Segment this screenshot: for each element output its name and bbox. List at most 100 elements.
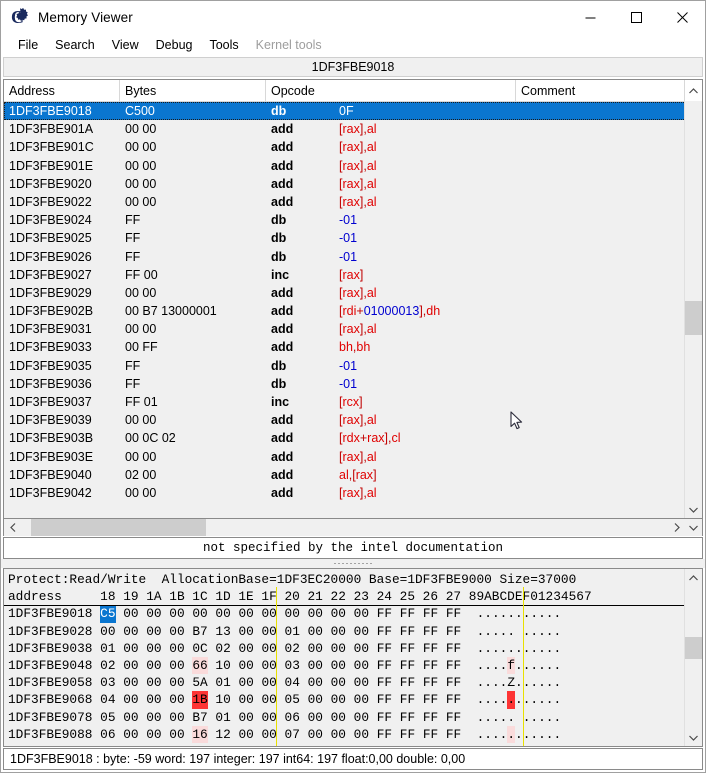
- disassembler-rows[interactable]: 1DF3FBE9018C500db0F1DF3FBE901A00 00add[r…: [4, 102, 702, 518]
- hexdump-ascii-char[interactable]: .: [546, 623, 554, 640]
- hexdump-byte[interactable]: FF: [400, 657, 415, 674]
- hexdump-byte[interactable]: 00: [238, 657, 253, 674]
- hexdump-byte[interactable]: FF: [377, 657, 392, 674]
- hexdump-byte[interactable]: 00: [308, 674, 323, 691]
- hexdump-byte[interactable]: 04: [100, 691, 115, 708]
- hexdump-byte[interactable]: 16: [192, 726, 207, 743]
- hexdump-byte[interactable]: 66: [192, 657, 207, 674]
- hexdump-ascii-char[interactable]: .: [500, 709, 508, 726]
- hexdump-ascii-char[interactable]: .: [492, 691, 500, 708]
- hexdump-vertical-scrollbar[interactable]: [684, 569, 702, 746]
- hexdump-ascii-char[interactable]: .: [477, 691, 485, 708]
- hexdump-byte[interactable]: 00: [261, 605, 276, 622]
- hexdump-byte[interactable]: FF: [446, 623, 461, 640]
- hexdump-byte[interactable]: 00: [238, 726, 253, 743]
- hexdump-ascii-char[interactable]: .: [538, 657, 546, 674]
- hexdump-byte[interactable]: 01: [100, 640, 115, 657]
- disassembler-row[interactable]: 1DF3FBE904200 00add[rax],al: [4, 484, 702, 502]
- hexdump-byte[interactable]: FF: [377, 691, 392, 708]
- hexdump-byte[interactable]: 00: [331, 726, 346, 743]
- hexdump-byte[interactable]: 00: [169, 605, 184, 622]
- hexdump-byte[interactable]: 03: [100, 674, 115, 691]
- disassembler-row[interactable]: 1DF3FBE902900 00add[rax],al: [4, 284, 702, 302]
- hexdump-ascii-char[interactable]: .: [515, 726, 523, 743]
- hex-scrollbar-thumb[interactable]: [685, 637, 702, 659]
- scroll-down-arrow-icon[interactable]: [685, 501, 702, 518]
- hexdump-ascii-char[interactable]: .: [530, 605, 538, 622]
- hexdump-byte[interactable]: FF: [400, 691, 415, 708]
- hexdump-byte[interactable]: FF: [423, 726, 438, 743]
- hexdump-ascii-char[interactable]: .: [546, 674, 554, 691]
- hexdump-ascii-char[interactable]: [515, 709, 523, 726]
- hexdump-ascii-char[interactable]: .: [515, 605, 523, 622]
- hexdump-ascii-char[interactable]: .: [538, 709, 546, 726]
- hexdump-ascii-char[interactable]: .: [553, 674, 561, 691]
- hexdump-byte[interactable]: FF: [377, 605, 392, 622]
- hexdump-byte[interactable]: 06: [285, 709, 300, 726]
- hexdump-row[interactable]: 1DF3FBE9048 02 00 00 00 66 10 00 00 03 0…: [8, 657, 702, 674]
- hexdump-byte[interactable]: 00: [331, 691, 346, 708]
- hexdump-byte[interactable]: FF: [446, 743, 461, 747]
- hexdump-byte[interactable]: FF: [423, 709, 438, 726]
- hexdump-ascii-char[interactable]: .: [553, 743, 561, 747]
- hexdump-ascii-char[interactable]: .: [507, 640, 515, 657]
- hexdump-row[interactable]: 1DF3FBE9068 04 00 00 00 1B 10 00 00 05 0…: [8, 691, 702, 708]
- disassembler-row[interactable]: 1DF3FBE9037FF 01inc[rcx]: [4, 393, 702, 411]
- hexdump-ascii-char[interactable]: .: [477, 709, 485, 726]
- menu-item-view[interactable]: View: [104, 36, 147, 54]
- hexdump-byte[interactable]: 00: [123, 657, 138, 674]
- disassembler-row[interactable]: 1DF3FBE9024FFdb-01: [4, 211, 702, 229]
- horizontal-scroll-track[interactable]: [21, 519, 668, 536]
- scrollbar-thumb[interactable]: [685, 301, 702, 335]
- hexdump-byte[interactable]: 02: [100, 657, 115, 674]
- hexdump-byte[interactable]: FF: [423, 623, 438, 640]
- hexdump-byte[interactable]: 00: [331, 623, 346, 640]
- hexdump-byte[interactable]: 00: [261, 623, 276, 640]
- hexdump-ascii-char[interactable]: .: [515, 657, 523, 674]
- hexdump-byte[interactable]: 06: [100, 726, 115, 743]
- hexdump-ascii-char[interactable]: .: [500, 674, 508, 691]
- hexdump-byte[interactable]: 00: [331, 709, 346, 726]
- hexdump-ascii-char[interactable]: .: [530, 691, 538, 708]
- hexdump-byte[interactable]: 00: [261, 691, 276, 708]
- hexdump-ascii-char[interactable]: .: [484, 623, 492, 640]
- hexdump-row[interactable]: 1DF3FBE9088 06 00 00 00 16 12 00 00 07 0…: [8, 726, 702, 743]
- hexdump-byte[interactable]: 00: [354, 726, 369, 743]
- hexdump-byte[interactable]: FF: [446, 709, 461, 726]
- hexdump-byte[interactable]: 00: [123, 640, 138, 657]
- hexdump-byte[interactable]: FF: [446, 726, 461, 743]
- hexdump-byte[interactable]: FF: [400, 623, 415, 640]
- scroll-left-arrow-icon[interactable]: [4, 519, 21, 536]
- hexdump-byte[interactable]: 00: [100, 623, 115, 640]
- hexdump-byte[interactable]: 02: [215, 640, 230, 657]
- hexdump-byte[interactable]: 01: [215, 743, 230, 747]
- disassembler-row[interactable]: 1DF3FBE9026FFdb-01: [4, 248, 702, 266]
- disassembler-row[interactable]: 1DF3FBE901A00 00add[rax],al: [4, 120, 702, 138]
- hexdump-byte[interactable]: 00: [308, 623, 323, 640]
- scroll-down-corner-icon[interactable]: [685, 519, 702, 536]
- hexdump-byte[interactable]: 10: [215, 657, 230, 674]
- hexdump-byte[interactable]: FF: [446, 605, 461, 622]
- disassembler-row[interactable]: 1DF3FBE9035FFdb-01: [4, 357, 702, 375]
- hexdump-byte[interactable]: FF: [446, 640, 461, 657]
- hexdump-byte[interactable]: 00: [146, 743, 161, 747]
- hexdump-ascii-char[interactable]: .: [538, 743, 546, 747]
- hexdump-ascii-char[interactable]: .: [477, 726, 485, 743]
- hexdump-byte[interactable]: 00: [146, 726, 161, 743]
- hexdump-byte[interactable]: 00: [261, 640, 276, 657]
- hexdump-ascii-char[interactable]: .: [492, 657, 500, 674]
- hexdump-byte[interactable]: FF: [377, 623, 392, 640]
- hexdump-byte[interactable]: 00: [285, 605, 300, 622]
- disassembler-row[interactable]: 1DF3FBE9018C500db0F: [4, 102, 702, 120]
- hexdump-ascii-char[interactable]: Z: [507, 674, 515, 691]
- hexdump-row[interactable]: 1DF3FBE9038 01 00 00 00 0C 02 00 00 02 0…: [8, 640, 702, 657]
- hexdump-ascii-char[interactable]: .: [546, 605, 554, 622]
- hexdump-row[interactable]: 1DF3FBE9028 00 00 00 00 B7 13 00 00 01 0…: [8, 623, 702, 640]
- hexdump-ascii-char[interactable]: .: [538, 674, 546, 691]
- hexdump-byte[interactable]: 00: [238, 605, 253, 622]
- disassembler-row[interactable]: 1DF3FBE902200 00add[rax],al: [4, 193, 702, 211]
- hexdump-byte[interactable]: 02: [285, 640, 300, 657]
- hexdump-byte[interactable]: 00: [308, 709, 323, 726]
- hexdump-byte[interactable]: FF: [423, 743, 438, 747]
- disassembler-row[interactable]: 1DF3FBE901E00 00add[rax],al: [4, 157, 702, 175]
